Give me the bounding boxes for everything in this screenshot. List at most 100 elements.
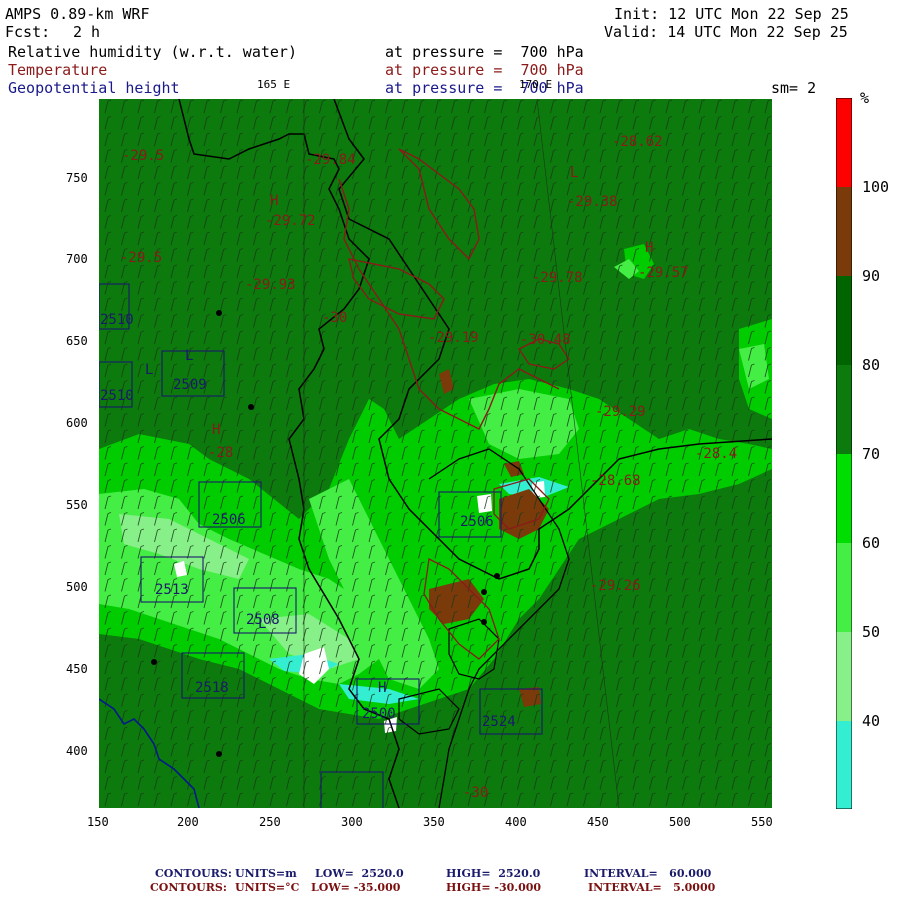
field-height-pressure: at pressure = 700 hPa — [385, 79, 584, 97]
height-label: 2510 — [100, 312, 134, 328]
footer-low: LOW= 2520.0 — [315, 867, 404, 880]
station-dot — [481, 589, 487, 595]
smoothing-label: sm= 2 — [771, 79, 817, 97]
x-tick: 200 — [177, 815, 199, 829]
model-title: AMPS 0.89-km WRF — [5, 5, 150, 23]
field-rh-pressure: at pressure = 700 hPa — [385, 43, 584, 61]
temp-label: -29.5 — [120, 250, 163, 266]
forecast-label: Fcst: — [5, 23, 51, 41]
x-tick: 300 — [341, 815, 363, 829]
x-tick: 450 — [587, 815, 609, 829]
footer-label: CONTOURS: — [150, 881, 227, 894]
colorbar-label: 50 — [862, 623, 881, 641]
height-label: 2510 — [100, 388, 134, 404]
temp-label: -29.78 — [532, 270, 583, 286]
lon-label-right: 170 E — [519, 78, 553, 91]
colorbar-band — [836, 632, 852, 721]
temp-label: -28 — [208, 445, 234, 461]
pressure-letter: H — [212, 422, 221, 438]
footer-units: UNITS=m — [235, 867, 297, 880]
y-tick: 400 — [66, 744, 88, 758]
station-dot — [151, 659, 157, 665]
colorbar-band — [836, 721, 852, 809]
colorbar-band — [836, 276, 852, 365]
y-tick: 550 — [66, 498, 88, 512]
temp-label: -29.19 — [428, 330, 479, 346]
station-dot — [216, 751, 222, 757]
colorbar-band — [836, 454, 852, 543]
colorbar-label: 40 — [862, 712, 881, 730]
y-tick: 450 — [66, 662, 88, 676]
colorbar-band — [836, 187, 852, 276]
x-tick: 350 — [423, 815, 445, 829]
footer-label: CONTOURS: — [155, 867, 232, 880]
colorbar-band — [836, 98, 852, 187]
colorbar-label: 60 — [862, 534, 881, 552]
y-tick: 600 — [66, 416, 88, 430]
x-tick: 150 — [87, 815, 109, 829]
footer-units: UNITS=°C — [235, 881, 300, 894]
height-label: 2506 — [212, 512, 246, 528]
temp-label: -30 — [463, 785, 489, 801]
field-rh-name: Relative humidity (w.r.t. water) — [8, 43, 297, 61]
pressure-letter: H — [645, 240, 654, 256]
temp-label: -29.84 — [305, 152, 356, 168]
colorbar-band — [836, 365, 852, 454]
x-tick: 250 — [259, 815, 281, 829]
pressure-letter: L — [185, 348, 194, 364]
colorbar-band — [836, 543, 852, 632]
x-tick: 500 — [669, 815, 691, 829]
valid-time: Valid: 14 UTC Mon 22 Sep 25 — [604, 23, 848, 41]
y-tick: 750 — [66, 171, 88, 185]
temp-label: -29.72 — [265, 213, 316, 229]
temp-label: -29.26 — [590, 578, 641, 594]
colorbar-label: 70 — [862, 445, 881, 463]
height-label: 2509 — [173, 377, 207, 393]
field-height-name: Geopotential height — [8, 79, 180, 97]
temp-label: -29.5 — [122, 148, 165, 164]
footer-interval: INTERVAL= 5.0000 — [588, 881, 716, 894]
height-label: 2506 — [460, 514, 494, 530]
footer-low: LOW= -35.000 — [311, 881, 401, 894]
pressure-letter: L — [258, 616, 267, 632]
footer-interval: INTERVAL= 60.000 — [584, 867, 712, 880]
footer-high: HIGH= 2520.0 — [446, 867, 541, 880]
rh-map — [99, 99, 772, 808]
x-tick: 400 — [505, 815, 527, 829]
colorbar-label: 100 — [862, 178, 890, 196]
colorbar-label: 90 — [862, 267, 881, 285]
y-tick: 650 — [66, 334, 88, 348]
temp-label: -29.93 — [245, 277, 296, 293]
temp-label: -28.68 — [590, 473, 641, 489]
y-tick: 500 — [66, 580, 88, 594]
pressure-letter: L — [145, 362, 154, 378]
colorbar-unit: % — [860, 89, 870, 107]
station-dot — [216, 310, 222, 316]
temp-label: -29.29 — [595, 404, 646, 420]
height-label: 2500 — [362, 706, 396, 722]
y-tick: 700 — [66, 252, 88, 266]
footer-high: HIGH= -30.000 — [446, 881, 542, 894]
pressure-letter: L — [570, 165, 579, 181]
lon-label-left: 165 E — [257, 78, 291, 91]
height-label: 2524 — [482, 714, 516, 730]
station-dot — [481, 619, 487, 625]
field-temp-pressure: at pressure = 700 hPa — [385, 61, 584, 79]
temp-label: -29.38 — [567, 194, 618, 210]
x-tick: 550 — [751, 815, 773, 829]
height-label: 2513 — [155, 582, 189, 598]
station-dot — [494, 573, 500, 579]
forecast-value: 2 h — [73, 23, 101, 41]
rh-colorbar — [836, 98, 852, 809]
field-temp-name: Temperature — [8, 61, 108, 79]
temp-label: -28.62 — [612, 134, 663, 150]
colorbar-label: 80 — [862, 356, 881, 374]
init-time: Init: 12 UTC Mon 22 Sep 25 — [614, 5, 849, 23]
height-label: 2518 — [195, 680, 229, 696]
wind-barbs — [99, 99, 772, 808]
temp-label: -29.57 — [638, 265, 689, 281]
temp-label: -30 — [322, 310, 348, 326]
temp-label: -28.4 — [695, 446, 738, 462]
pressure-letter: H — [378, 680, 387, 696]
pressure-letter: H — [270, 193, 279, 209]
